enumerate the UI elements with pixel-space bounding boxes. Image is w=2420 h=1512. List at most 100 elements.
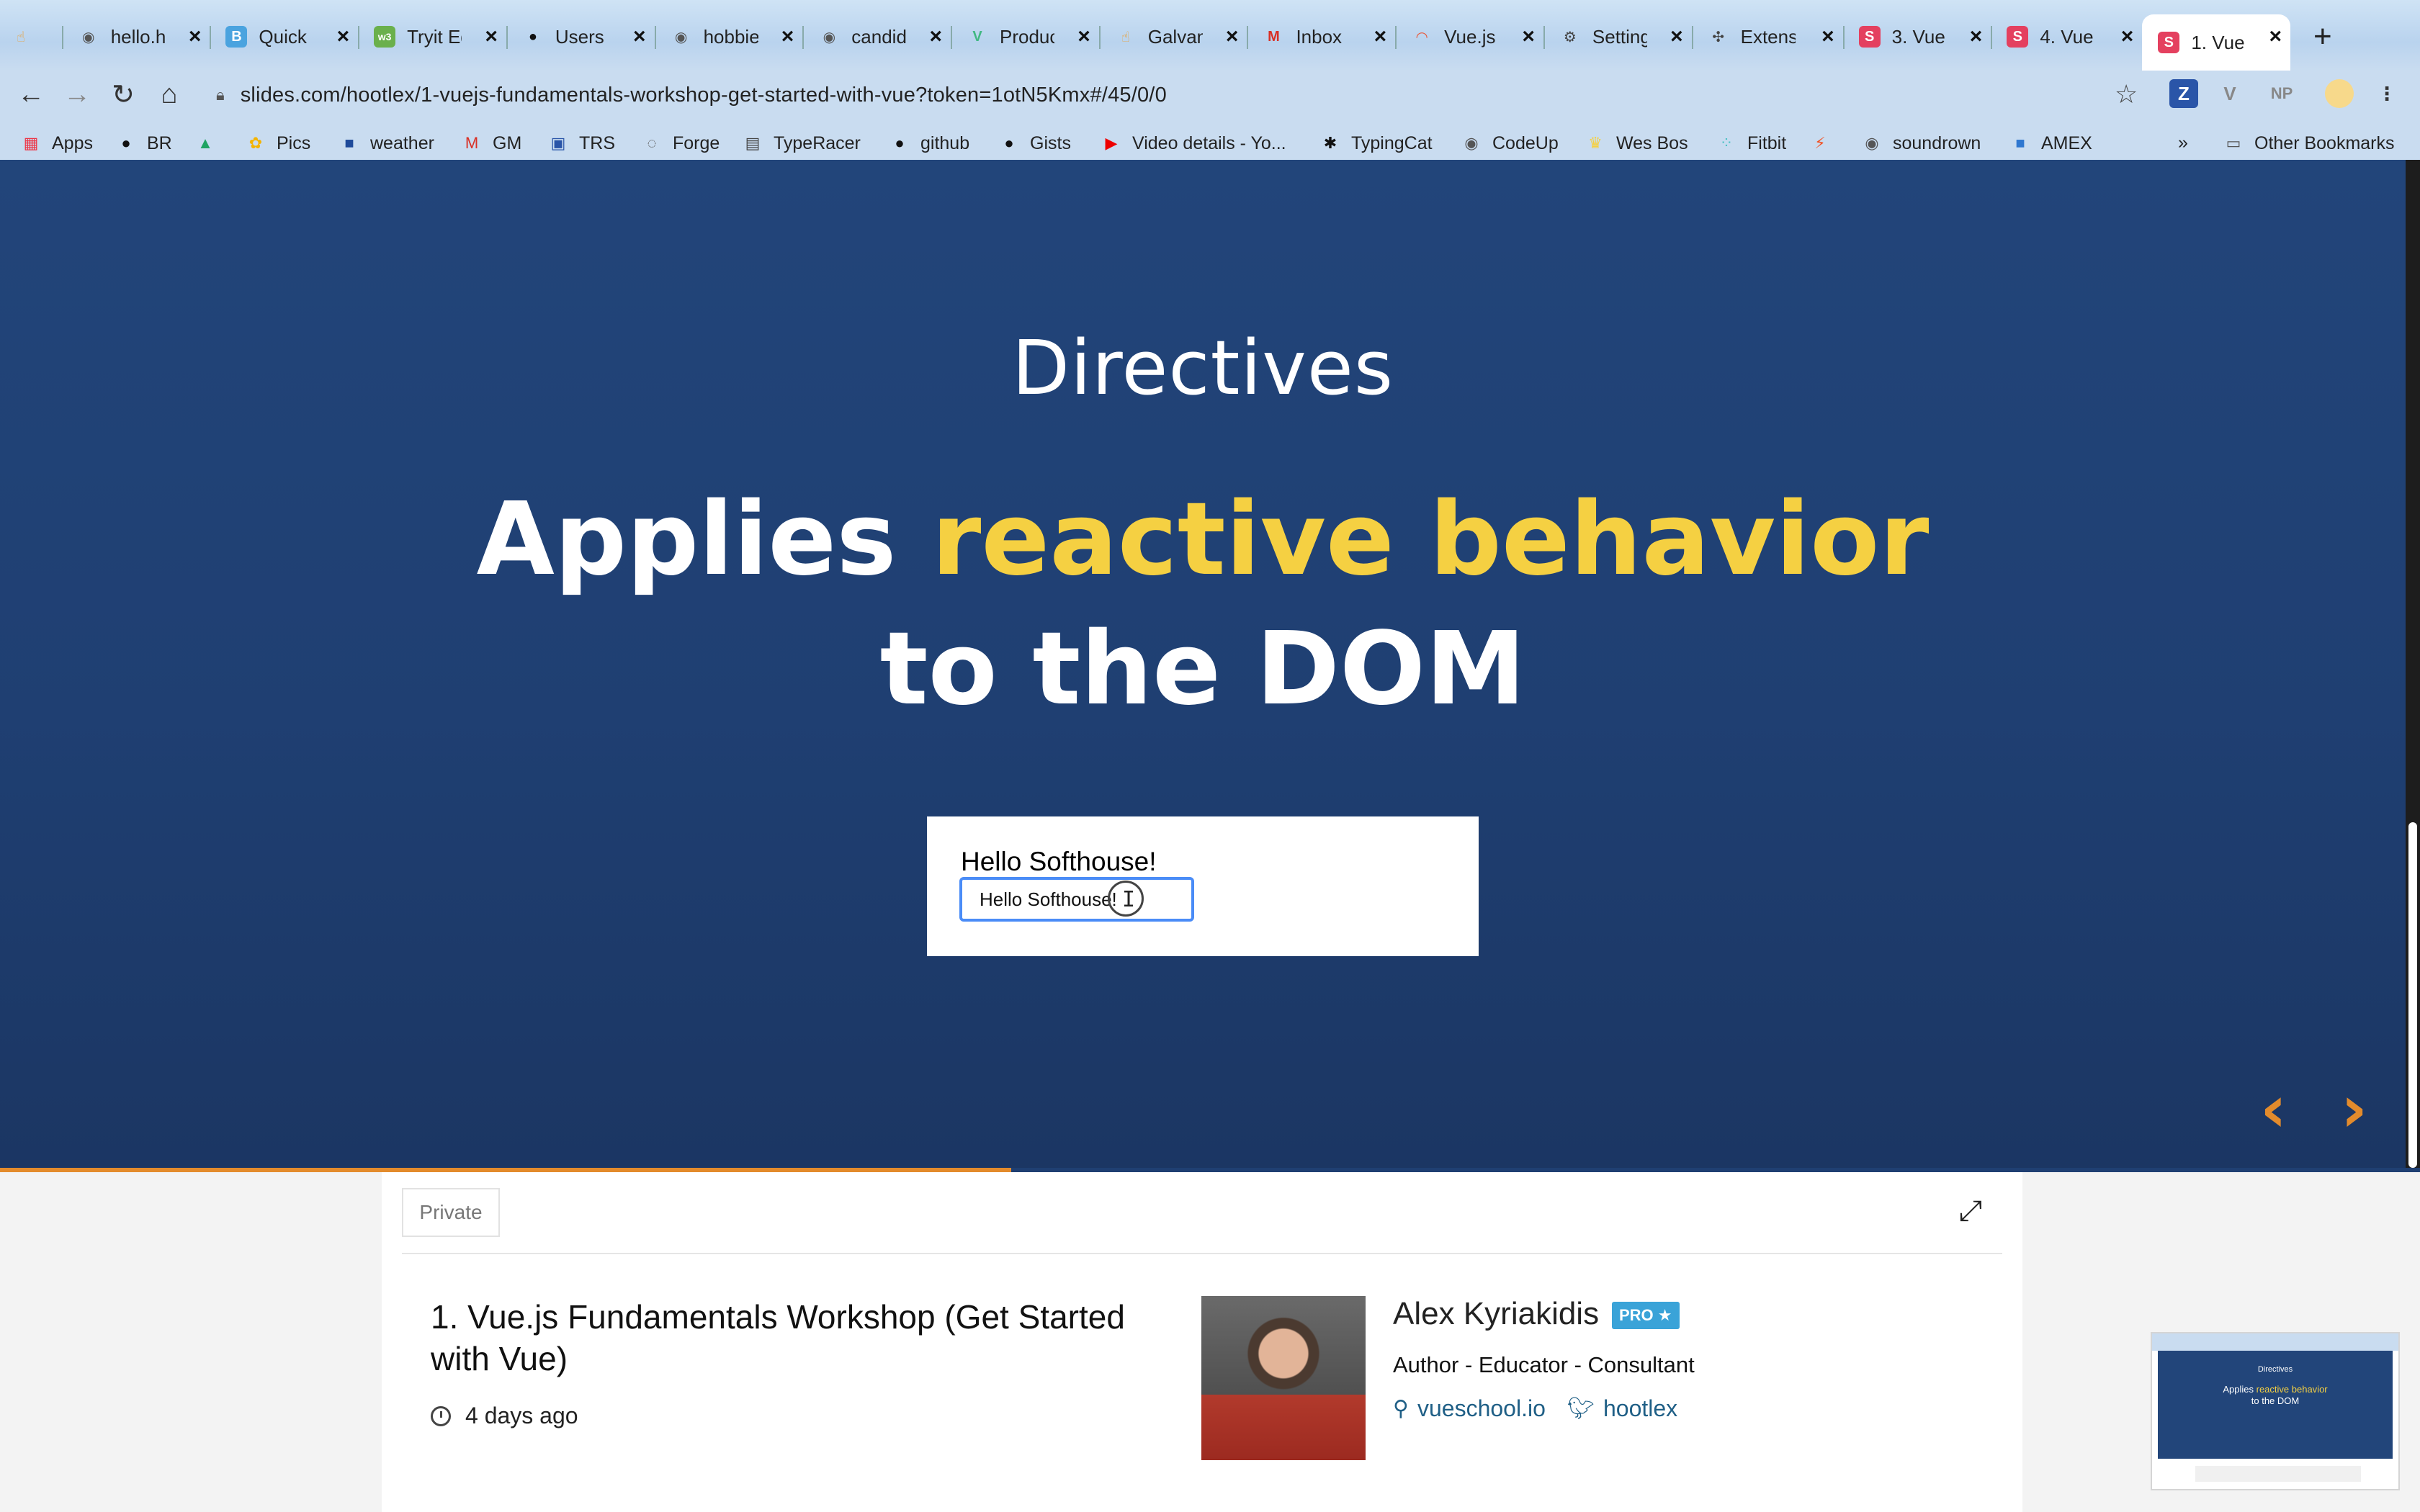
bookmark-codeup[interactable]: ◉ CodeUp (1461, 132, 1558, 154)
bookmark-github[interactable]: ● github (889, 132, 969, 154)
close-tab-icon[interactable]: × (1970, 24, 1983, 49)
tab-4-vue[interactable]: S 4. Vue × (1991, 14, 2144, 59)
tab-hobbie[interactable]: ◉ hobbie × (655, 14, 804, 59)
tab-title: candid (851, 25, 907, 48)
other-bookmarks-folder[interactable]: ▭ Other Bookmarks (2223, 132, 2395, 154)
bookmark-weather[interactable]: ■ weather (339, 132, 434, 154)
tab-pinned[interactable]: ☝ (0, 14, 63, 59)
address-bar[interactable]: 🔒︎ slides.com/hootlex/1-vuejs-fundamenta… (203, 75, 2148, 115)
vue-school-icon: ◠ (1416, 29, 1428, 45)
z-icon[interactable]: Z (2169, 79, 2198, 108)
np-icon[interactable]: NP (2262, 79, 2302, 108)
vue-devtools-icon[interactable]: V (2215, 79, 2244, 108)
navigation-row: ← → ↻ ⌂ 🔒︎ slides.com/hootlex/1-vuejs-fu… (0, 71, 2420, 118)
link-icon: ⚲ (1393, 1397, 1409, 1421)
close-tab-icon[interactable]: × (1226, 24, 1239, 49)
close-tab-icon[interactable]: × (1374, 24, 1387, 49)
bookmark-gists[interactable]: ● Gists (998, 132, 1071, 154)
bookmark-bolt[interactable]: ⚡ (1809, 132, 1841, 154)
tab-setting[interactable]: ⚙ Setting × (1543, 14, 1693, 59)
forward-button[interactable]: → (59, 76, 95, 112)
tab-vue-js[interactable]: ◠ Vue.js × (1395, 14, 1545, 59)
bookmark-trs[interactable]: ▣ TRS (547, 132, 615, 154)
home-button[interactable]: ⌂ (151, 76, 187, 112)
tab-3-vue[interactable]: S 3. Vue × (1843, 14, 1993, 59)
prev-slide-button[interactable]: ‹ (2260, 1077, 2287, 1142)
tab-tryit-ed[interactable]: w3 Tryit Ed × (358, 14, 508, 59)
close-tab-icon[interactable]: × (633, 24, 646, 49)
bookmark-star-icon[interactable]: ☆ (2115, 79, 2138, 109)
bookmark-pics[interactable]: ✿ Pics (245, 132, 310, 154)
bookmark-video-details-yo[interactable]: ▶ Video details - Yo... (1101, 132, 1286, 154)
close-tab-icon[interactable]: × (337, 24, 350, 49)
globe-icon: ◉ (1464, 134, 1479, 152)
github-icon: ● (528, 28, 537, 45)
tab-hello-h[interactable]: ◉ hello.h × (62, 14, 212, 59)
tab-title: Galvan (1147, 25, 1203, 48)
close-tab-icon[interactable]: × (929, 24, 942, 49)
bookmark-typeracer[interactable]: ▤ TypeRacer (742, 132, 861, 154)
minimap-thumbnail[interactable]: Directives Applies reactive behavior to … (2151, 1332, 2400, 1490)
bookmark-typingcat[interactable]: ✱ TypingCat (1319, 132, 1433, 154)
scrollbar-thumb[interactable] (2408, 822, 2417, 1168)
arrow-right-icon: → (63, 78, 91, 109)
puzzle-icon: ✣ (1712, 29, 1724, 45)
tab-candid[interactable]: ◉ candid × (802, 14, 952, 59)
vue-demo-box: Hello Softhouse! (927, 816, 1479, 956)
bookmark-soundrown[interactable]: ◉ soundrown (1861, 132, 1981, 154)
slide-text-line2: to the DOM (879, 611, 1526, 728)
tab-produc[interactable]: V Produc × (951, 14, 1101, 59)
home-icon: ⌂ (161, 78, 178, 109)
bookmark-fitbit[interactable]: ⁘ Fitbit (1716, 132, 1786, 154)
reload-button[interactable]: ↻ (105, 76, 141, 112)
tab-extens[interactable]: ✣ Extens × (1692, 14, 1845, 59)
pro-badge: PRO ★ (1612, 1302, 1680, 1329)
minimap-heading: Directives (2257, 1365, 2293, 1374)
tab-title: hobbie (703, 25, 758, 48)
close-tab-icon[interactable]: × (1670, 24, 1683, 49)
twitter-link[interactable]: 🐦︎ hootlex (1567, 1395, 1677, 1422)
bookmark-apps[interactable]: ▦ Apps (20, 132, 93, 154)
author-name[interactable]: Alex Kyriakidis (1393, 1296, 1599, 1332)
amex-icon: ■ (2015, 134, 2025, 152)
other-bookmarks-label: Other Bookmarks (2254, 132, 2395, 153)
slide-text-highlight: reactive behavior (931, 481, 1930, 598)
bookmark-wes-bos[interactable]: ♛ Wes Bos (1585, 132, 1688, 154)
close-tab-icon[interactable]: × (781, 24, 794, 49)
tab-1-vue[interactable]: S 1. Vue. × (2142, 14, 2291, 71)
tab-users[interactable]: ● Users × (506, 14, 656, 59)
close-tab-icon[interactable]: × (1077, 24, 1090, 49)
close-tab-icon[interactable]: × (485, 24, 498, 49)
scrollbar[interactable] (2406, 160, 2420, 1172)
globe-icon: ◉ (674, 29, 688, 45)
bookmark-label: Gists (1030, 132, 1071, 153)
bookmarks-overflow-button[interactable]: » (2178, 132, 2188, 153)
bookmark-drive[interactable]: ▲ (194, 132, 226, 154)
website-link[interactable]: ⚲ vueschool.io (1393, 1395, 1546, 1422)
tab-galvan[interactable]: ☝ Galvan × (1099, 14, 1249, 59)
tab-quick[interactable]: B Quick × (210, 14, 359, 59)
bookmark-label: TypeRacer (774, 132, 861, 153)
close-tab-icon[interactable]: × (1522, 24, 1535, 49)
avatar[interactable] (2325, 79, 2354, 108)
close-tab-icon[interactable]: × (2269, 24, 2282, 49)
globe-icon: ◉ (1865, 134, 1879, 152)
fullscreen-icon[interactable]: ⤢ (1959, 1195, 1982, 1228)
menu-kebab-icon[interactable]: ⋮ (2372, 79, 2401, 108)
arrow-left-icon: ← (17, 78, 45, 109)
bookmark-forge[interactable]: ◌ Forge (641, 132, 720, 154)
gmail-icon: M (1268, 28, 1280, 45)
author-avatar[interactable] (1201, 1296, 1366, 1460)
bookmark-br[interactable]: ● BR (115, 132, 171, 154)
next-slide-button[interactable]: › (2341, 1077, 2367, 1142)
bookmark-gm[interactable]: M GM (461, 132, 521, 154)
close-tab-icon[interactable]: × (189, 24, 202, 49)
demo-text-input[interactable] (959, 877, 1194, 922)
tab-inbox[interactable]: M Inbox × (1247, 14, 1397, 59)
close-tab-icon[interactable]: × (2121, 24, 2134, 49)
close-tab-icon[interactable]: × (1821, 24, 1834, 49)
forge-icon: ◌ (647, 134, 657, 152)
bookmark-amex[interactable]: ■ AMEX (2009, 132, 2092, 154)
back-button[interactable]: ← (13, 76, 49, 112)
new-tab-button[interactable]: + (2313, 19, 2332, 55)
